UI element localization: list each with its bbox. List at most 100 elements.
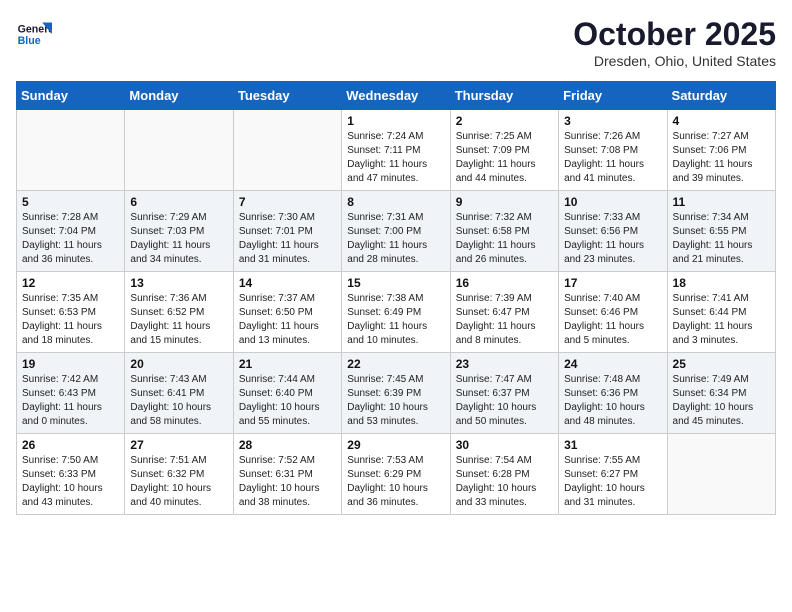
table-row: 16Sunrise: 7:39 AM Sunset: 6:47 PM Dayli… <box>450 272 558 353</box>
col-sunday: Sunday <box>17 82 125 110</box>
day-number: 30 <box>456 438 553 452</box>
cell-info: Sunrise: 7:41 AM Sunset: 6:44 PM Dayligh… <box>673 292 770 348</box>
table-row: 23Sunrise: 7:47 AM Sunset: 6:37 PM Dayli… <box>450 353 558 434</box>
calendar-week-row: 12 Sunrise: 7:35 AM Sunset: 6:53 PM Dayli… <box>17 272 776 353</box>
cell-info: Sunrise: 7:35 AM Sunset: 6:53 PM Dayligh… <box>22 292 119 348</box>
day-number: 15 <box>347 276 444 290</box>
table-row: 5 Sunrise: 7:28 AM Sunset: 7:04 PM Daylig… <box>17 191 125 272</box>
cell-info: Sunrise: 7:37 AM Sunset: 6:50 PM Dayligh… <box>239 292 336 348</box>
day-number: 24 <box>564 357 661 371</box>
col-saturday: Saturday <box>667 82 775 110</box>
col-wednesday: Wednesday <box>342 82 450 110</box>
day-number: 27 <box>130 438 227 452</box>
cell-info: Sunrise: 7:36 AM Sunset: 6:52 PM Dayligh… <box>130 292 227 348</box>
day-number: 8 <box>347 195 444 209</box>
table-row: 2 Sunrise: 7:25 AM Sunset: 7:09 PM Daylig… <box>450 110 558 191</box>
cell-info: Sunrise: 7:54 AM Sunset: 6:28 PM Dayligh… <box>456 454 553 510</box>
table-row: 17 Sunrise: 7:40 AM Sunset: 6:46 PM Dayli… <box>559 272 667 353</box>
day-number: 18 <box>673 276 770 290</box>
table-row <box>125 110 233 191</box>
day-number: 10 <box>564 195 661 209</box>
day-number: 17 <box>564 276 661 290</box>
table-row: 27 Sunrise: 7:51 AM Sunset: 6:32 PM Dayli… <box>125 434 233 515</box>
day-number: 5 <box>22 195 119 209</box>
table-row: 12 Sunrise: 7:35 AM Sunset: 6:53 PM Dayli… <box>17 272 125 353</box>
cell-info: Sunrise: 7:28 AM Sunset: 7:04 PM Dayligh… <box>22 211 119 267</box>
table-row: 20 Sunrise: 7:43 AM Sunset: 6:41 PM Dayli… <box>125 353 233 434</box>
day-number: 25 <box>673 357 770 371</box>
calendar-header-row: Sunday Monday Tuesday Wednesday Thursday… <box>17 82 776 110</box>
month-title: October 2025 <box>573 16 776 53</box>
day-number: 29 <box>347 438 444 452</box>
cell-info: Sunrise: 7:34 AM Sunset: 6:55 PM Dayligh… <box>673 211 770 267</box>
day-number: 23 <box>456 357 553 371</box>
table-row <box>17 110 125 191</box>
cell-info: Sunrise: 7:50 AM Sunset: 6:33 PM Dayligh… <box>22 454 119 510</box>
table-row: 8 Sunrise: 7:31 AM Sunset: 7:00 PM Daylig… <box>342 191 450 272</box>
table-row: 31Sunrise: 7:55 AM Sunset: 6:27 PM Dayli… <box>559 434 667 515</box>
cell-info: Sunrise: 7:30 AM Sunset: 7:01 PM Dayligh… <box>239 211 336 267</box>
table-row: 7 Sunrise: 7:30 AM Sunset: 7:01 PM Daylig… <box>233 191 341 272</box>
table-row: 4 Sunrise: 7:27 AM Sunset: 7:06 PM Daylig… <box>667 110 775 191</box>
table-row: 11Sunrise: 7:34 AM Sunset: 6:55 PM Dayli… <box>667 191 775 272</box>
day-number: 20 <box>130 357 227 371</box>
day-number: 1 <box>347 114 444 128</box>
cell-info: Sunrise: 7:51 AM Sunset: 6:32 PM Dayligh… <box>130 454 227 510</box>
col-thursday: Thursday <box>450 82 558 110</box>
page-header: General Blue October 2025 Dresden, Ohio,… <box>16 16 776 69</box>
logo-icon: General Blue <box>16 16 52 52</box>
cell-info: Sunrise: 7:52 AM Sunset: 6:31 PM Dayligh… <box>239 454 336 510</box>
table-row <box>233 110 341 191</box>
day-number: 13 <box>130 276 227 290</box>
cell-info: Sunrise: 7:31 AM Sunset: 7:00 PM Dayligh… <box>347 211 444 267</box>
table-row: 18 Sunrise: 7:41 AM Sunset: 6:44 PM Dayli… <box>667 272 775 353</box>
col-friday: Friday <box>559 82 667 110</box>
cell-info: Sunrise: 7:32 AM Sunset: 6:58 PM Dayligh… <box>456 211 553 267</box>
day-number: 28 <box>239 438 336 452</box>
table-row: 14 Sunrise: 7:37 AM Sunset: 6:50 PM Dayli… <box>233 272 341 353</box>
table-row: 6 Sunrise: 7:29 AM Sunset: 7:03 PM Daylig… <box>125 191 233 272</box>
table-row: 19 Sunrise: 7:42 AM Sunset: 6:43 PM Dayli… <box>17 353 125 434</box>
day-number: 22 <box>347 357 444 371</box>
location: Dresden, Ohio, United States <box>573 53 776 69</box>
table-row: 30 Sunrise: 7:54 AM Sunset: 6:28 PM Dayli… <box>450 434 558 515</box>
day-number: 2 <box>456 114 553 128</box>
day-number: 6 <box>130 195 227 209</box>
cell-info: Sunrise: 7:29 AM Sunset: 7:03 PM Dayligh… <box>130 211 227 267</box>
cell-info: Sunrise: 7:25 AM Sunset: 7:09 PM Dayligh… <box>456 130 553 186</box>
day-number: 21 <box>239 357 336 371</box>
cell-info: Sunrise: 7:27 AM Sunset: 7:06 PM Dayligh… <box>673 130 770 186</box>
day-number: 12 <box>22 276 119 290</box>
day-number: 9 <box>456 195 553 209</box>
cell-info: Sunrise: 7:42 AM Sunset: 6:43 PM Dayligh… <box>22 373 119 429</box>
table-row: 13 Sunrise: 7:36 AM Sunset: 6:52 PM Dayli… <box>125 272 233 353</box>
day-number: 4 <box>673 114 770 128</box>
table-row: 25 Sunrise: 7:49 AM Sunset: 6:34 PM Dayli… <box>667 353 775 434</box>
cell-info: Sunrise: 7:48 AM Sunset: 6:36 PM Dayligh… <box>564 373 661 429</box>
table-row: 29 Sunrise: 7:53 AM Sunset: 6:29 PM Dayli… <box>342 434 450 515</box>
cell-info: Sunrise: 7:44 AM Sunset: 6:40 PM Dayligh… <box>239 373 336 429</box>
table-row <box>667 434 775 515</box>
cell-info: Sunrise: 7:26 AM Sunset: 7:08 PM Dayligh… <box>564 130 661 186</box>
cell-info: Sunrise: 7:40 AM Sunset: 6:46 PM Dayligh… <box>564 292 661 348</box>
calendar-table: Sunday Monday Tuesday Wednesday Thursday… <box>16 81 776 515</box>
cell-info: Sunrise: 7:33 AM Sunset: 6:56 PM Dayligh… <box>564 211 661 267</box>
day-number: 7 <box>239 195 336 209</box>
table-row: 3 Sunrise: 7:26 AM Sunset: 7:08 PM Daylig… <box>559 110 667 191</box>
day-number: 3 <box>564 114 661 128</box>
svg-text:Blue: Blue <box>18 35 41 47</box>
day-number: 16 <box>456 276 553 290</box>
cell-info: Sunrise: 7:24 AM Sunset: 7:11 PM Dayligh… <box>347 130 444 186</box>
day-number: 14 <box>239 276 336 290</box>
col-monday: Monday <box>125 82 233 110</box>
cell-info: Sunrise: 7:43 AM Sunset: 6:41 PM Dayligh… <box>130 373 227 429</box>
cell-info: Sunrise: 7:53 AM Sunset: 6:29 PM Dayligh… <box>347 454 444 510</box>
table-row: 22 Sunrise: 7:45 AM Sunset: 6:39 PM Dayli… <box>342 353 450 434</box>
cell-info: Sunrise: 7:38 AM Sunset: 6:49 PM Dayligh… <box>347 292 444 348</box>
cell-info: Sunrise: 7:49 AM Sunset: 6:34 PM Dayligh… <box>673 373 770 429</box>
cell-info: Sunrise: 7:45 AM Sunset: 6:39 PM Dayligh… <box>347 373 444 429</box>
table-row: 15 Sunrise: 7:38 AM Sunset: 6:49 PM Dayli… <box>342 272 450 353</box>
logo: General Blue <box>16 16 52 52</box>
day-number: 19 <box>22 357 119 371</box>
calendar-week-row: 19 Sunrise: 7:42 AM Sunset: 6:43 PM Dayli… <box>17 353 776 434</box>
